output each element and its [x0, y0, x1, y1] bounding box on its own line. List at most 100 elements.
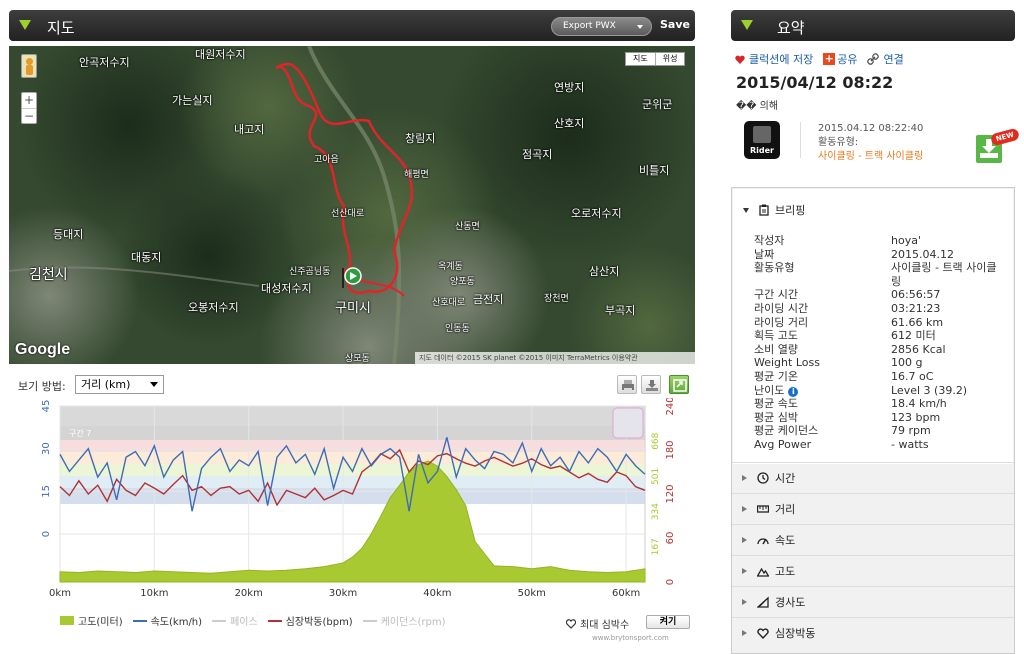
section-header-mountain[interactable]: 고도: [742, 563, 795, 579]
map-place-label: 고아읍: [314, 155, 339, 165]
x-tick-label: 50km: [518, 588, 546, 599]
section-label: 고도: [775, 565, 796, 578]
section-divider: [732, 555, 1014, 556]
chevron-down-icon: [637, 25, 643, 29]
legend-item[interactable]: 페이스: [212, 613, 258, 628]
map-attribution[interactable]: 지도 데이터 ©2015 SK planet ©2015 이미지 TerraMe…: [415, 352, 695, 364]
map-place-label: 해평면: [404, 170, 429, 180]
route-start-marker-icon[interactable]: [339, 266, 363, 290]
legend-swatch: [132, 619, 147, 622]
section-header-heart[interactable]: 심장박동: [742, 625, 815, 641]
briefing-section: 브리핑 작성자 hoya' 날짜 2015.04.12 활동유형 사이클링 - 트랙 사이…: [733, 189, 1013, 464]
download-chart-button[interactable]: [641, 375, 661, 394]
section-divider: [732, 462, 1014, 463]
section-label: 속도: [775, 534, 796, 547]
stat-value: 61.66 km: [891, 315, 944, 329]
stat-row: 날짜 2015.04.12: [754, 248, 1014, 262]
section-header-ruler[interactable]: 거리: [742, 501, 795, 517]
meta-datetime: 2015.04.12 08:22:40: [818, 123, 924, 134]
print-button[interactable]: [617, 375, 637, 394]
zone-label: 구간 7: [69, 428, 91, 438]
x-tick-label: 30km: [329, 588, 357, 599]
altitude-axis-tick-label: 501: [651, 468, 661, 485]
link-icon: [867, 53, 880, 65]
stat-row: 소비 열량 2856 Kcal: [754, 343, 1014, 357]
hr-axis-tick-label: 0: [665, 579, 676, 585]
zoom-in-button[interactable]: +: [22, 93, 36, 108]
section-header-speed[interactable]: 속도: [742, 532, 795, 548]
map-place-label: 선산대로: [331, 209, 365, 219]
map-panel-header: 지도 Export PWX Save: [9, 10, 695, 41]
zoom-area-icon: [673, 379, 687, 392]
stat-label: 난이도: [754, 383, 785, 397]
device-rider-icon: Rider: [744, 121, 780, 159]
stat-row: 난이도 i Level 3 (39.2): [754, 384, 1014, 398]
legend-item[interactable]: 케이던스(rpm): [362, 613, 446, 628]
left-axis-tick-label: 15: [41, 485, 52, 498]
stat-value: 18.4 km/h: [891, 397, 947, 411]
legend-item[interactable]: 고도(미터): [60, 613, 123, 628]
save-to-collection-link[interactable]: 클럭션에 저장: [735, 51, 813, 67]
section-label: 거리: [775, 503, 796, 516]
navigator-handle[interactable]: [612, 407, 644, 439]
share-link[interactable]: + 공유: [823, 51, 857, 67]
map-place-label: 대동지: [131, 251, 162, 264]
map-place-label: 산호지: [554, 117, 585, 130]
max-heart-rate-control: 최대 심박수: [566, 616, 629, 631]
legend-label: 심장박동(bpm): [285, 617, 353, 628]
hr-zone-band: [60, 406, 645, 426]
collapse-triangle-icon[interactable]: [19, 20, 31, 30]
left-axis-tick-label: 45: [41, 400, 52, 413]
map-place-label: 삼산지: [589, 265, 620, 278]
stat-label-cell: [754, 275, 891, 289]
legend-item[interactable]: 속도(km/h): [132, 613, 202, 628]
stat-label-cell: 평균 속도: [754, 397, 891, 411]
zoom-out-button[interactable]: −: [22, 108, 36, 123]
altitude-axis-tick-label: 167: [651, 538, 661, 555]
map-place-label: 대성저수지: [261, 282, 312, 295]
route-map[interactable]: 대원저수지 안곡저수지 가는실지 내고지 창림지 연방지 산호지 군위군 점곡지…: [9, 46, 695, 364]
stat-row: 라이딩 시간 03:21:23: [754, 302, 1014, 316]
map-place-label: 비틀지: [639, 164, 670, 177]
x-tick-label: 0km: [49, 588, 71, 599]
briefing-section-header[interactable]: 브리핑: [743, 202, 805, 218]
stat-value: 사이클링 - 트랙 사이클: [891, 261, 997, 275]
info-icon[interactable]: i: [788, 386, 799, 397]
stat-row: Avg Power - watts: [754, 438, 1014, 452]
export-format-select[interactable]: Export PWX: [551, 17, 652, 36]
summary-panel-header: 요약: [731, 10, 1015, 41]
stat-value: 123 bpm: [891, 410, 941, 424]
legend-item[interactable]: 심장박동(bpm): [267, 613, 353, 628]
activity-type-value: 사이클링 - 트랙 사이클링: [818, 151, 924, 162]
save-button[interactable]: Save: [660, 18, 690, 31]
summary-details: 브리핑 작성자 hoya' 날짜 2015.04.12 활동유형 사이클링 - 트랙 사이…: [731, 187, 1015, 654]
stat-label: 소비 열량: [754, 342, 798, 356]
view-mode-select[interactable]: 거리 (km): [75, 375, 164, 394]
stat-row: 작성자 hoya': [754, 234, 1014, 248]
max-heart-rate-toggle[interactable]: 켜기: [646, 615, 690, 629]
map-place-label: 오봉저수지: [188, 301, 239, 314]
share-label: 공유: [837, 53, 858, 66]
section-header-clock[interactable]: 시간: [742, 470, 795, 486]
stat-label-cell: 작성자: [754, 234, 891, 248]
map-place-label: 내고지: [234, 123, 265, 136]
zoom-chart-button[interactable]: [669, 375, 689, 394]
activity-chart-svg[interactable]: 0km 10km 20km 30km 40km 50km 60km 45 30 15 0 240 180…: [9, 396, 695, 603]
section-header-slope[interactable]: 경사도: [742, 594, 805, 610]
stat-label-cell: 날짜: [754, 248, 891, 262]
view-mode-value: 거리 (km): [81, 378, 131, 391]
map-type-satellite-button[interactable]: 위성: [654, 53, 685, 65]
map-place-label: 장천면: [544, 294, 569, 304]
zoom-control: + −: [21, 92, 37, 124]
stat-value: 2856 Kcal: [891, 342, 946, 356]
map-type-map-button[interactable]: 지도: [626, 53, 655, 65]
map-place-label: 옥계동: [438, 262, 463, 272]
permalink-link[interactable]: 연결: [867, 51, 904, 67]
activity-chart[interactable]: 0km 10km 20km 30km 40km 50km 60km 45 30 15 0 240 180…: [9, 396, 695, 603]
legend-label: 케이던스(rpm): [380, 617, 446, 628]
caret-right-icon: [742, 475, 747, 481]
collapse-triangle-icon[interactable]: [741, 20, 753, 30]
save-to-collection-label: 클럭션에 저장: [749, 53, 814, 66]
caret-right-icon: [742, 630, 747, 636]
street-view-pegman-icon[interactable]: [21, 54, 37, 78]
